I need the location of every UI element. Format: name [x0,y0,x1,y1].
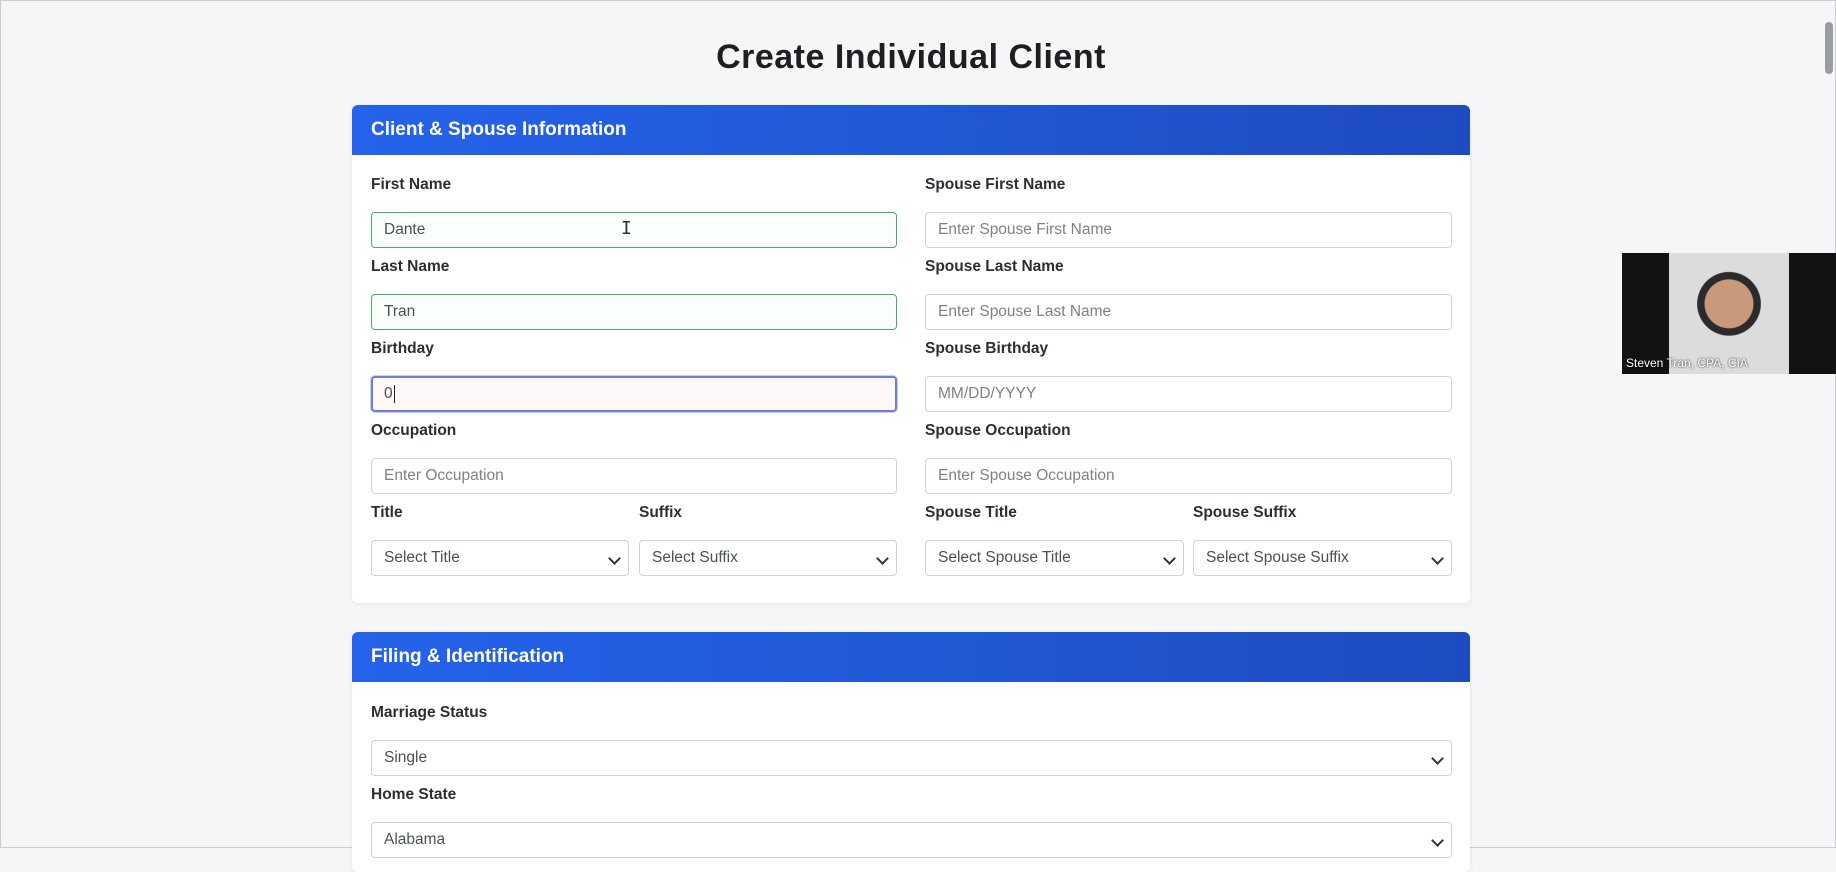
marriage-status-select[interactable]: Single [371,740,1452,776]
birthday-input[interactable]: 0 [371,376,897,412]
home-state-select[interactable]: Alabama [371,822,1452,858]
birthday-label: Birthday [371,340,434,357]
filing-identification-card: Filing & Identification Marriage Status … [352,632,1470,872]
last-name-value: Tran [384,303,416,320]
filing-identification-header: Filing & Identification [352,632,1470,682]
chevron-down-icon [1431,552,1444,565]
title-selected: Select Title [384,549,460,566]
spouse-first-name-group: Spouse First Name Enter Spouse First Nam… [925,176,1452,248]
spouse-occupation-placeholder: Enter Spouse Occupation [938,467,1115,484]
last-name-input[interactable]: Tran [371,294,897,330]
spouse-suffix-group: Spouse Suffix Select Spouse Suffix [1193,504,1452,576]
home-state-group: Home State Alabama [371,786,1452,858]
marriage-status-group: Marriage Status Single [371,704,1452,776]
participant-name: Steven Tran, CPA, CIA [1626,356,1748,370]
spouse-birthday-input[interactable]: MM/DD/YYYY [925,376,1452,412]
spouse-birthday-group: Spouse Birthday MM/DD/YYYY [925,340,1452,412]
spouse-title-label: Spouse Title [925,504,1017,521]
spouse-suffix-select[interactable]: Select Spouse Suffix [1193,540,1452,576]
text-caret [393,384,395,403]
suffix-selected: Select Suffix [652,549,738,566]
client-spouse-card: Client & Spouse Information First Name D… [352,105,1470,603]
title-label: Title [371,504,403,521]
occupation-input[interactable]: Enter Occupation [371,458,897,494]
spouse-last-name-input[interactable]: Enter Spouse Last Name [925,294,1452,330]
suffix-label: Suffix [639,504,683,521]
first-name-value: Dante [384,221,426,238]
spouse-suffix-selected: Select Spouse Suffix [1206,549,1349,566]
spouse-last-name-label: Spouse Last Name [925,258,1064,275]
chevron-down-icon [1163,552,1176,565]
spouse-first-name-input[interactable]: Enter Spouse First Name [925,212,1452,248]
suffix-select[interactable]: Select Suffix [639,540,897,576]
spouse-occupation-group: Spouse Occupation Enter Spouse Occupatio… [925,422,1452,494]
occupation-placeholder: Enter Occupation [384,467,504,484]
birthday-value: 0 [384,385,393,402]
client-spouse-header: Client & Spouse Information [352,105,1470,155]
spouse-title-selected: Select Spouse Title [938,549,1071,566]
marriage-status-selected: Single [384,749,428,766]
page-title: Create Individual Client [716,38,1106,76]
spouse-last-name-group: Spouse Last Name Enter Spouse Last Name [925,258,1452,330]
spouse-birthday-label: Spouse Birthday [925,340,1049,357]
last-name-group: Last Name Tran [371,258,897,330]
suffix-group: Suffix Select Suffix [639,504,897,576]
title-group: Title Select Title [371,504,629,576]
spouse-occupation-input[interactable]: Enter Spouse Occupation [925,458,1452,494]
text-cursor-icon: I [621,218,632,239]
spouse-last-name-placeholder: Enter Spouse Last Name [938,303,1112,320]
occupation-label: Occupation [371,422,457,439]
spouse-birthday-placeholder: MM/DD/YYYY [938,385,1037,402]
spouse-occupation-label: Spouse Occupation [925,422,1071,439]
chevron-down-icon [876,552,889,565]
first-name-label: First Name [371,176,452,193]
title-select[interactable]: Select Title [371,540,629,576]
home-state-selected: Alabama [384,831,446,848]
first-name-group: First Name Dante I [371,176,897,248]
page-scrollbar[interactable] [1825,22,1833,74]
spouse-title-select[interactable]: Select Spouse Title [925,540,1184,576]
home-state-label: Home State [371,786,457,803]
spouse-title-group: Spouse Title Select Spouse Title [925,504,1184,576]
spouse-first-name-placeholder: Enter Spouse First Name [938,221,1113,238]
chevron-down-icon [1431,752,1444,765]
spouse-first-name-label: Spouse First Name [925,176,1066,193]
birthday-group: Birthday 0 [371,340,897,412]
chevron-down-icon [1431,834,1444,847]
first-name-input[interactable]: Dante I [371,212,897,248]
video-participant-tile[interactable]: Steven Tran, CPA, CIA [1622,253,1836,374]
spouse-suffix-label: Spouse Suffix [1193,504,1297,521]
last-name-label: Last Name [371,258,450,275]
occupation-group: Occupation Enter Occupation [371,422,897,494]
marriage-status-label: Marriage Status [371,704,488,721]
chevron-down-icon [608,552,621,565]
